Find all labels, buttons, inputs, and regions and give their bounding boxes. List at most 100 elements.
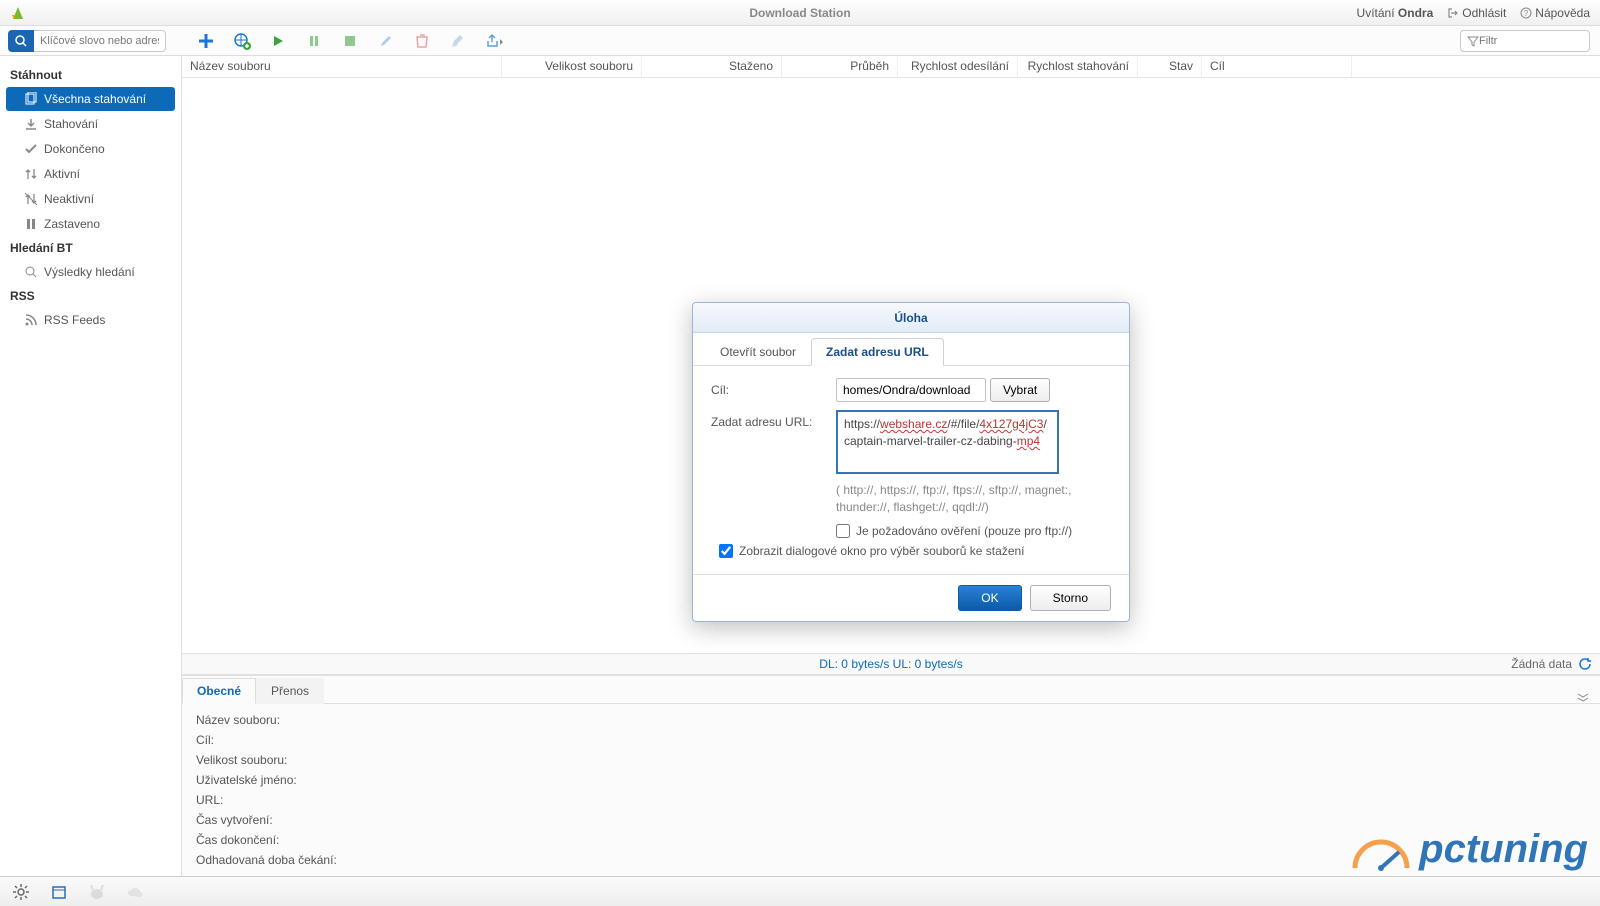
globe-plus-icon bbox=[233, 32, 251, 50]
pause-button[interactable] bbox=[304, 31, 324, 51]
sidebar: StáhnoutVšechna stahování Stahování Dokonč… bbox=[0, 56, 182, 876]
url-hint: ( http://, https://, ftp://, ftps://, sf… bbox=[836, 482, 1111, 516]
pencil-icon bbox=[378, 33, 394, 49]
tab-general[interactable]: Obecné bbox=[182, 678, 256, 704]
refresh-icon bbox=[1578, 657, 1592, 671]
help-icon: ? bbox=[1520, 7, 1532, 19]
plus-icon bbox=[197, 32, 215, 50]
cross-updown-icon bbox=[24, 192, 38, 206]
logout-label: Odhlásit bbox=[1462, 6, 1506, 20]
sidebar-item-stopped[interactable]: Zastaveno bbox=[6, 212, 175, 236]
dest-input[interactable] bbox=[836, 378, 986, 402]
search-button[interactable] bbox=[8, 30, 34, 52]
sidebar-item-label: Aktivní bbox=[44, 167, 80, 181]
stop-button[interactable] bbox=[340, 31, 360, 51]
column-header[interactable]: Cíl bbox=[1202, 56, 1352, 77]
pause-icon bbox=[24, 217, 38, 231]
modal-footer: OK Storno bbox=[693, 574, 1129, 621]
filter-icon bbox=[1467, 35, 1479, 47]
help-label: Nápověda bbox=[1535, 6, 1590, 20]
sidebar-item-down[interactable]: Stahování bbox=[6, 112, 175, 136]
status-bar: DL: 0 bytes/s UL: 0 bytes/s Žádná data bbox=[182, 653, 1600, 675]
column-header[interactable]: Velikost souboru bbox=[502, 56, 642, 77]
app-logo-icon bbox=[10, 5, 26, 21]
no-data-text: Žádná data bbox=[1511, 657, 1572, 671]
sidebar-item-all[interactable]: Všechna stahování bbox=[6, 87, 175, 111]
export-button[interactable] bbox=[484, 31, 504, 51]
updown-icon bbox=[24, 167, 38, 181]
show-dialog-checkbox[interactable] bbox=[719, 544, 733, 558]
sidebar-item-label: Dokončeno bbox=[44, 142, 105, 156]
filter-input[interactable] bbox=[1479, 35, 1579, 47]
filter-container bbox=[1460, 30, 1590, 52]
help-link[interactable]: ? Nápověda bbox=[1520, 6, 1590, 20]
toolbar-row bbox=[0, 26, 1600, 56]
emule-icon bbox=[88, 883, 106, 901]
modal-tabs: Otevřít soubor Zadat adresu URL bbox=[693, 333, 1129, 366]
column-header[interactable]: Stav bbox=[1138, 56, 1202, 77]
ok-button[interactable]: OK bbox=[958, 585, 1021, 611]
detail-row: Cíl: bbox=[196, 730, 1586, 750]
sidebar-item-label: Výsledky hledání bbox=[44, 265, 135, 279]
sidebar-section: Hledání BT bbox=[0, 237, 181, 259]
auth-checkbox-row[interactable]: Je požadováno ověření (pouze pro ftp://) bbox=[836, 524, 1111, 538]
search-icon bbox=[24, 265, 38, 279]
sidebar-item-inactive[interactable]: Neaktivní bbox=[6, 187, 175, 211]
show-dialog-label: Zobrazit dialogové okno pro výběr soubor… bbox=[739, 544, 1025, 558]
svg-text:?: ? bbox=[1524, 9, 1529, 18]
settings-button[interactable] bbox=[12, 883, 30, 901]
refresh-button[interactable] bbox=[1578, 657, 1592, 671]
search-container bbox=[8, 30, 166, 52]
broom-icon bbox=[450, 33, 466, 49]
dest-label: Cíl: bbox=[711, 378, 836, 402]
emule-button[interactable] bbox=[88, 883, 106, 901]
column-header[interactable]: Rychlost stahování bbox=[1018, 56, 1138, 77]
sidebar-item-done[interactable]: Dokončeno bbox=[6, 137, 175, 161]
stop-icon bbox=[343, 34, 357, 48]
watermark: pctuning bbox=[1347, 827, 1588, 872]
select-dest-button[interactable]: Vybrat bbox=[990, 378, 1050, 402]
cloud-icon bbox=[126, 883, 144, 901]
collapse-detail-button[interactable] bbox=[1576, 693, 1590, 703]
rss-button[interactable] bbox=[126, 883, 144, 901]
sidebar-item-label: Zastaveno bbox=[44, 217, 100, 231]
delete-button[interactable] bbox=[412, 31, 432, 51]
detail-row: Uživatelské jméno: bbox=[196, 770, 1586, 790]
gauge-icon bbox=[1347, 838, 1415, 872]
auth-checkbox[interactable] bbox=[836, 524, 850, 538]
resume-button[interactable] bbox=[268, 31, 288, 51]
add-url-button[interactable] bbox=[232, 31, 252, 51]
detail-row: Velikost souboru: bbox=[196, 750, 1586, 770]
sidebar-item-label: Neaktivní bbox=[44, 192, 94, 206]
cancel-button[interactable]: Storno bbox=[1030, 585, 1111, 611]
rss-icon bbox=[24, 313, 38, 327]
share-icon bbox=[485, 33, 503, 49]
column-header[interactable]: Staženo bbox=[642, 56, 782, 77]
sidebar-item-active[interactable]: Aktivní bbox=[6, 162, 175, 186]
bottom-bar bbox=[0, 876, 1600, 906]
greeting-text: Uvítání Ondra bbox=[1357, 6, 1434, 20]
show-dialog-checkbox-row[interactable]: Zobrazit dialogové okno pro výběr soubor… bbox=[719, 544, 1111, 558]
title-bar: Download Station Uvítání Ondra Odhlásit … bbox=[0, 0, 1600, 26]
column-header[interactable]: Průběh bbox=[782, 56, 898, 77]
edit-button[interactable] bbox=[376, 31, 396, 51]
clear-completed-button[interactable] bbox=[448, 31, 468, 51]
add-button[interactable] bbox=[196, 31, 216, 51]
scheduler-button[interactable] bbox=[50, 883, 68, 901]
sidebar-item-btres[interactable]: Výsledky hledání bbox=[6, 260, 175, 284]
logout-link[interactable]: Odhlásit bbox=[1447, 6, 1506, 20]
column-header[interactable]: Název souboru bbox=[182, 56, 502, 77]
sidebar-item-label: Stahování bbox=[44, 117, 98, 131]
tab-transfer[interactable]: Přenos bbox=[256, 678, 324, 704]
modal-tab-url[interactable]: Zadat adresu URL bbox=[811, 338, 944, 366]
auth-label: Je požadováno ověření (pouze pro ftp://) bbox=[856, 524, 1072, 538]
sidebar-item-rss[interactable]: RSS Feeds bbox=[6, 308, 175, 332]
pause-icon bbox=[307, 34, 321, 48]
sidebar-section: Stáhnout bbox=[0, 64, 181, 86]
modal-tab-open-file[interactable]: Otevřít soubor bbox=[705, 338, 811, 366]
search-input[interactable] bbox=[34, 30, 166, 52]
url-textarea[interactable]: https://webshare.cz/#/file/4x127g4jC3/ca… bbox=[836, 410, 1059, 474]
sidebar-item-label: RSS Feeds bbox=[44, 313, 105, 327]
url-label: Zadat adresu URL: bbox=[711, 410, 836, 474]
column-header[interactable]: Rychlost odesílání bbox=[898, 56, 1018, 77]
